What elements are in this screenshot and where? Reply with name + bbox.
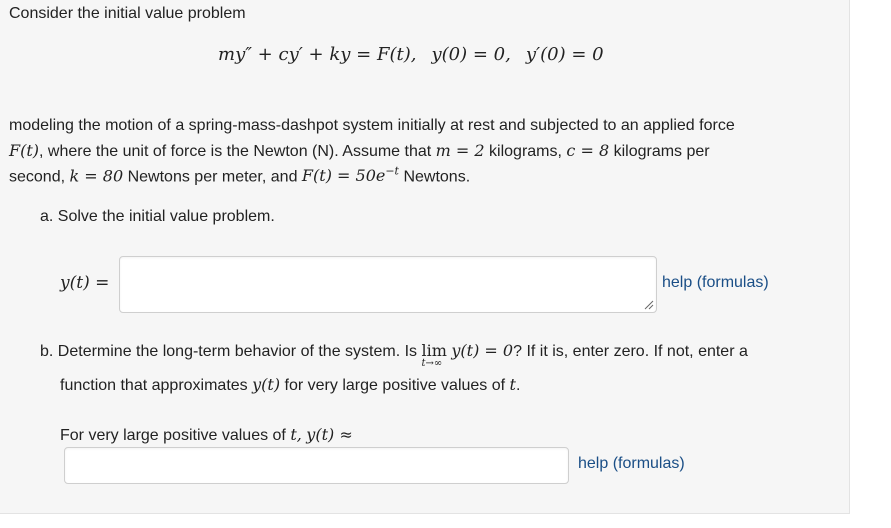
part-a-prompt: a. Solve the initial value problem.	[40, 208, 275, 225]
part-b-prompt-line-2: function that approximates y(t) for very…	[60, 375, 520, 395]
problem-intro: Consider the initial value problem	[9, 5, 246, 22]
description-line-3: second, k = 80 Newtons per meter, and F(…	[9, 165, 470, 186]
part-a-help-link[interactable]: help (formulas)	[662, 274, 769, 292]
force-exponent: −t	[385, 165, 399, 178]
initial-condition-2: y′(0) = 0	[525, 44, 604, 65]
part-b-answer-label-text: For very large positive values of	[60, 427, 286, 444]
part-b-answer-label: For very large positive values of t, y(t…	[60, 425, 353, 445]
part-b-answer-input[interactable]	[64, 447, 569, 484]
part-b-prompt-end: ? If it is, enter zero. If not, enter a	[513, 343, 748, 360]
description-line-1: modeling the motion of a spring-mass-das…	[9, 117, 735, 134]
limit-subscript: t→∞	[421, 358, 443, 369]
resize-handle-icon[interactable]	[644, 300, 654, 310]
part-b-answer-label-t: t,	[290, 425, 302, 444]
limit-expression: lim t→∞	[422, 341, 447, 369]
part-b-line2-start: function that approximates	[60, 377, 248, 394]
part-a-answer-label: y(t) =	[60, 273, 110, 293]
part-a-answer-input[interactable]	[119, 256, 657, 313]
initial-condition-1: y(0) = 0,	[431, 44, 511, 65]
part-b-prompt-start: b. Determine the long-term behavior of t…	[40, 343, 418, 360]
part-b-prompt-line-1: b. Determine the long-term behavior of t…	[40, 341, 748, 369]
part-b-yt: y(t)	[252, 375, 281, 394]
damping-unit-cont: second,	[9, 168, 66, 186]
damping-value: c = 8	[566, 141, 610, 160]
limit-body: y(t) = 0	[451, 341, 514, 360]
force-symbol: F(t)	[9, 141, 40, 160]
damping-unit: kilograms per	[613, 143, 710, 160]
part-b-answer-label-yt: y(t) ≈	[306, 425, 353, 444]
part-b-line2-end: .	[515, 377, 521, 394]
ivp-equation: my″ + cy′ + ky = F(t), y(0) = 0, y′(0) =…	[218, 44, 604, 65]
description-line-2: F(t), where the unit of force is the New…	[9, 141, 710, 161]
force-unit: Newtons.	[403, 168, 471, 186]
force-function: F(t) = 50e−t	[301, 165, 399, 186]
spring-unit: Newtons per meter, and	[127, 168, 298, 186]
description-text: , where the unit of force is the Newton …	[39, 143, 432, 160]
part-b-line2-mid: for very large positive values of	[284, 377, 506, 394]
spring-constant: k = 80	[69, 166, 124, 186]
mass-unit: kilograms,	[489, 143, 562, 160]
force-expression: F(t) = 50e	[301, 166, 386, 186]
part-b-help-link[interactable]: help (formulas)	[578, 455, 685, 473]
mass-value: m = 2	[435, 141, 485, 160]
ode-expression: my″ + cy′ + ky = F(t),	[218, 44, 417, 65]
